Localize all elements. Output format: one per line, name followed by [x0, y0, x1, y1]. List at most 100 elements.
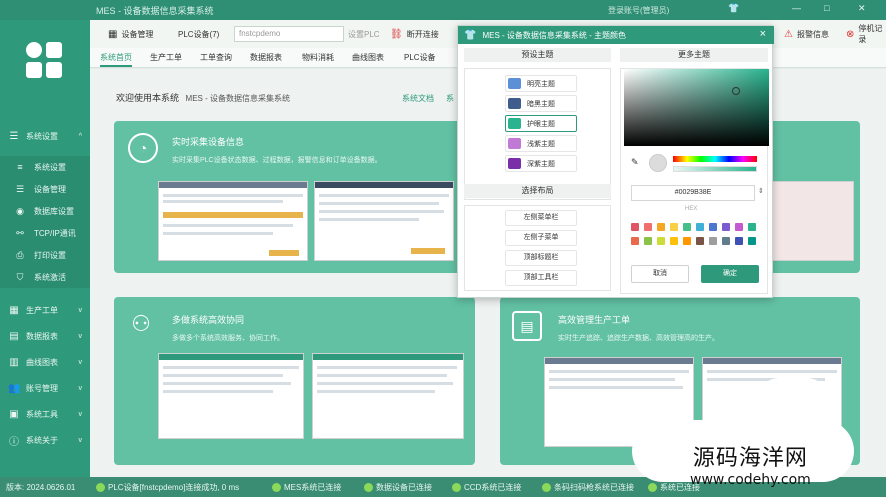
theme-option-eyecare[interactable]: 护眼主题: [505, 115, 577, 132]
format-toggle-icon[interactable]: ⇕: [758, 187, 764, 195]
tab-charts[interactable]: 曲线图表: [352, 52, 384, 63]
color-preview: [649, 154, 667, 172]
sidebar-group-reports[interactable]: ▤ 数据报表 v: [0, 324, 90, 348]
watermark: 源码海洋网 www.codehy.com: [690, 440, 811, 488]
plc-name-input[interactable]: fnstcpdemo: [234, 26, 344, 42]
tab-order-query[interactable]: 工单查询: [200, 52, 232, 63]
status-ok-icon: [96, 483, 105, 492]
tab-plc-device[interactable]: PLC设备: [404, 52, 436, 63]
preset-color-swatch[interactable]: [657, 237, 665, 245]
preset-color-swatch[interactable]: [670, 223, 678, 231]
sidebar-group-orders[interactable]: ▦ 生产工单 v: [0, 298, 90, 322]
stop-record-button[interactable]: ⊗ 停机记录: [846, 23, 886, 45]
sidebar-group-charts[interactable]: ▥ 曲线图表 v: [0, 350, 90, 374]
hue-slider[interactable]: [673, 156, 757, 162]
tab-reports[interactable]: 数据报表: [250, 52, 282, 63]
layout-option-top-title[interactable]: 顶部标题栏: [505, 250, 577, 266]
shield-icon: ⛉: [16, 271, 24, 282]
theme-shirt-icon[interactable]: 👕: [728, 3, 739, 14]
preset-color-swatch[interactable]: [683, 237, 691, 245]
theme-option-deep-purple[interactable]: 深紫主题: [505, 155, 577, 172]
sidebar-group-label: 系统工具: [26, 409, 58, 419]
layout-option-top-toolbar[interactable]: 顶部工具栏: [505, 270, 577, 286]
sidebar-item-tcpip[interactable]: ⚯ TCP/IP通讯: [0, 222, 90, 244]
tab-materials[interactable]: 物料消耗: [302, 52, 334, 63]
sidebar-item-activation[interactable]: ⛉ 系统激活: [0, 266, 90, 288]
close-icon[interactable]: ×: [760, 28, 766, 40]
tab-orders[interactable]: 生产工单: [150, 52, 182, 63]
sidebar-group-about[interactable]: ⓘ 系统关于 v: [0, 428, 90, 452]
close-window-button[interactable]: ✕: [858, 3, 866, 14]
feature-card-collab[interactable]: ⚇ 多做系统高效协同 多做多个系统高效服务、协同工作。: [114, 297, 475, 465]
theme-option-bright[interactable]: 明亮主题: [505, 75, 577, 92]
device-mgmt-label: 设备管理: [121, 29, 154, 39]
preset-color-swatch[interactable]: [748, 223, 756, 231]
sidebar-group-accounts[interactable]: 👥 账号管理 v: [0, 376, 90, 400]
status-ok-icon: [272, 483, 281, 492]
preset-color-swatch[interactable]: [748, 237, 756, 245]
sidebar: ☰ 系统设置 ^ ≡ 系统设置 ☰ 设备管理 ◉ 数据库设置 ⚯ TCP/IP通…: [0, 20, 90, 477]
chevron-down-icon: v: [78, 384, 83, 392]
order-icon: ▦: [9, 304, 19, 316]
preset-color-swatch[interactable]: [683, 223, 691, 231]
preset-color-swatch[interactable]: [644, 223, 652, 231]
preset-color-swatch[interactable]: [722, 223, 730, 231]
saturation-value-area[interactable]: [624, 69, 769, 146]
alpha-slider[interactable]: [673, 166, 757, 172]
sidebar-item-label: 打印设置: [34, 250, 66, 260]
cancel-button[interactable]: 取消: [631, 265, 689, 283]
sv-handle[interactable]: [732, 87, 740, 95]
card-title: 实时采集设备信息: [172, 137, 245, 147]
preset-color-swatch[interactable]: [735, 223, 743, 231]
preset-color-swatch[interactable]: [696, 223, 704, 231]
theme-option-light-purple[interactable]: 浅紫主题: [505, 135, 577, 152]
disconnect-button[interactable]: ⛓ 断开连接: [390, 29, 439, 40]
set-plc-button[interactable]: 设置PLC: [348, 29, 380, 40]
layout-option-left-menu[interactable]: 左侧菜单栏: [505, 210, 577, 226]
alarm-label: 报警信息: [796, 29, 829, 39]
shirt-icon: 👕: [464, 29, 477, 41]
hex-input[interactable]: #0029B38E: [631, 185, 755, 201]
tab-home[interactable]: 系统首页: [100, 52, 132, 67]
layout-section-title: 选择布局: [464, 184, 611, 198]
sidebar-item-system-settings[interactable]: ≡ 系统设置: [0, 156, 90, 178]
preset-color-swatch[interactable]: [735, 237, 743, 245]
preset-color-swatch[interactable]: [657, 223, 665, 231]
plc-device-dropdown[interactable]: PLC设备(7): [178, 29, 219, 40]
version-label: 版本: 2024.0626.01: [6, 483, 76, 492]
preset-color-swatch[interactable]: [709, 237, 717, 245]
preset-color-swatch[interactable]: [631, 237, 639, 245]
layout-option-left-submenu[interactable]: 左侧子菜单: [505, 230, 577, 246]
sidebar-item-label: TCP/IP通讯: [34, 228, 76, 238]
dialog-header: 👕 MES - 设备数据信息采集系统 - 主题颜色 ×: [458, 26, 774, 44]
status-item: CCD系统已连接: [452, 482, 521, 493]
sidebar-group-system-settings[interactable]: ☰ 系统设置 ^: [0, 124, 90, 148]
alarm-button[interactable]: ⚠ 报警信息: [784, 29, 829, 40]
welcome-heading: 欢迎使用本系统 MES - 设备数据信息采集系统: [116, 91, 290, 104]
maximize-button[interactable]: □: [824, 3, 829, 13]
color-picker: ✎ #0029B38E ⇕ HEX 取消 确定: [620, 68, 769, 294]
device-mgmt-button[interactable]: ▦ 设备管理: [108, 29, 153, 40]
network-icon: ⚯: [16, 227, 24, 238]
preset-color-swatch[interactable]: [696, 237, 704, 245]
sidebar-item-database[interactable]: ◉ 数据库设置: [0, 200, 90, 222]
info-icon: ⓘ: [9, 436, 19, 448]
layout-list: 左侧菜单栏 左侧子菜单 顶部标题栏 顶部工具栏: [464, 205, 611, 291]
preset-theme-list: 明亮主题 暗黑主题 护眼主题 浅紫主题 深紫主题: [464, 68, 611, 200]
preset-color-swatch[interactable]: [670, 237, 678, 245]
doc-link[interactable]: 系统文档: [402, 93, 434, 104]
color-swatch: [508, 138, 521, 149]
preset-color-swatch[interactable]: [644, 237, 652, 245]
eyedropper-icon[interactable]: ✎: [631, 157, 639, 168]
settings-icon: ☰: [9, 130, 19, 142]
sidebar-group-tools[interactable]: ▣ 系统工具 v: [0, 402, 90, 426]
confirm-button[interactable]: 确定: [701, 265, 759, 283]
preset-color-swatch[interactable]: [709, 223, 717, 231]
preset-color-swatch[interactable]: [631, 223, 639, 231]
preset-color-swatch[interactable]: [722, 237, 730, 245]
doc-link-2[interactable]: 系: [446, 93, 454, 104]
theme-option-dark[interactable]: 暗黑主题: [505, 95, 577, 112]
minimize-button[interactable]: —: [792, 3, 801, 13]
sidebar-item-print[interactable]: ⎙ 打印设置: [0, 244, 90, 266]
sidebar-item-device-mgmt[interactable]: ☰ 设备管理: [0, 178, 90, 200]
